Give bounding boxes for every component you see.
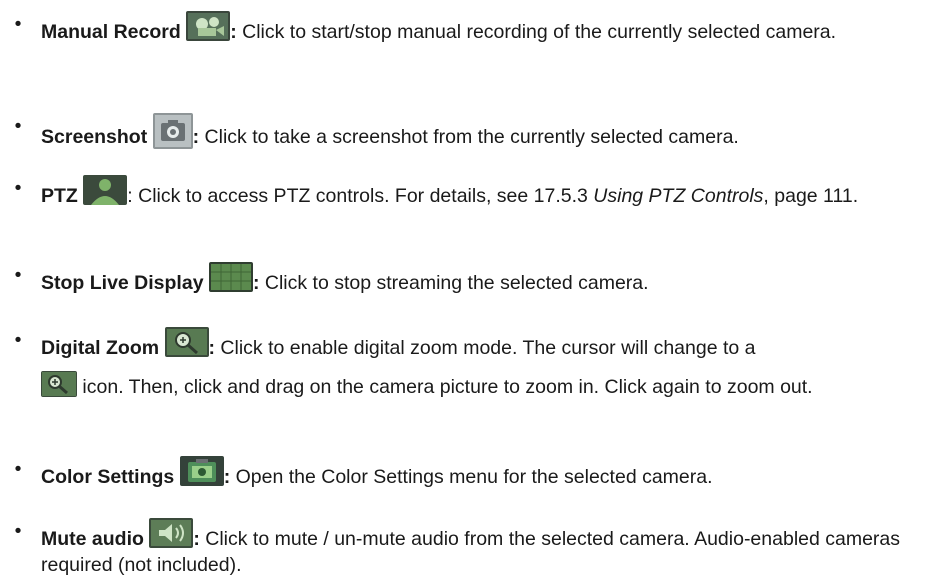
item-label: Manual Record [41, 21, 181, 43]
item-description: Click to enable digital zoom mode. The c… [215, 337, 756, 359]
bullet: • [14, 329, 22, 351]
bullet: • [14, 264, 22, 286]
item-description: Open the Color Settings menu for the sel… [230, 466, 713, 488]
bullet: • [14, 458, 22, 480]
item-label: Stop Live Display [41, 272, 204, 294]
item-text: Mute audio : Click to mute / un-mute aud… [41, 518, 915, 578]
item-text: Screenshot : Click to take a screenshot … [41, 113, 915, 150]
zoom-cursor-icon [41, 371, 77, 397]
item-description: Click to access PTZ controls. For detail… [132, 185, 594, 207]
item-description: Click to take a screenshot from the curr… [199, 126, 739, 148]
film-camera-icon [186, 11, 231, 41]
item-text: Color Settings : Open the Color Settings… [41, 456, 915, 490]
grid-screen-icon [208, 262, 253, 292]
item-text: Digital Zoom : Click to enable digital z… [41, 327, 915, 400]
item-text: Stop Live Display : Click to stop stream… [41, 262, 915, 296]
item-text: PTZ : Click to access PTZ controls. For … [41, 175, 915, 209]
item-description-continued: icon. Then, click and drag on the camera… [77, 376, 813, 398]
camera-icon [152, 113, 193, 149]
zoom-in-icon [164, 327, 209, 357]
item-description: Click to stop streaming the selected cam… [259, 272, 649, 294]
item-description-end: , page 111. [763, 185, 859, 207]
bullet: • [14, 13, 22, 35]
speaker-icon [149, 518, 194, 548]
bullet: • [14, 520, 22, 542]
item-description: Click to start/stop manual recording of … [236, 21, 837, 43]
item-text: Manual Record : Click to start/stop manu… [41, 11, 915, 45]
item-label: Screenshot [41, 126, 148, 148]
item-label: PTZ [41, 185, 78, 207]
person-icon [83, 175, 128, 205]
item-label: Mute audio [41, 528, 144, 550]
bullet: • [14, 177, 22, 199]
item-reference: Using PTZ Controls [593, 185, 764, 207]
item-label: Digital Zoom [41, 337, 160, 359]
color-settings-icon [179, 456, 224, 486]
item-label: Color Settings [41, 466, 175, 488]
bullet: • [14, 115, 22, 137]
